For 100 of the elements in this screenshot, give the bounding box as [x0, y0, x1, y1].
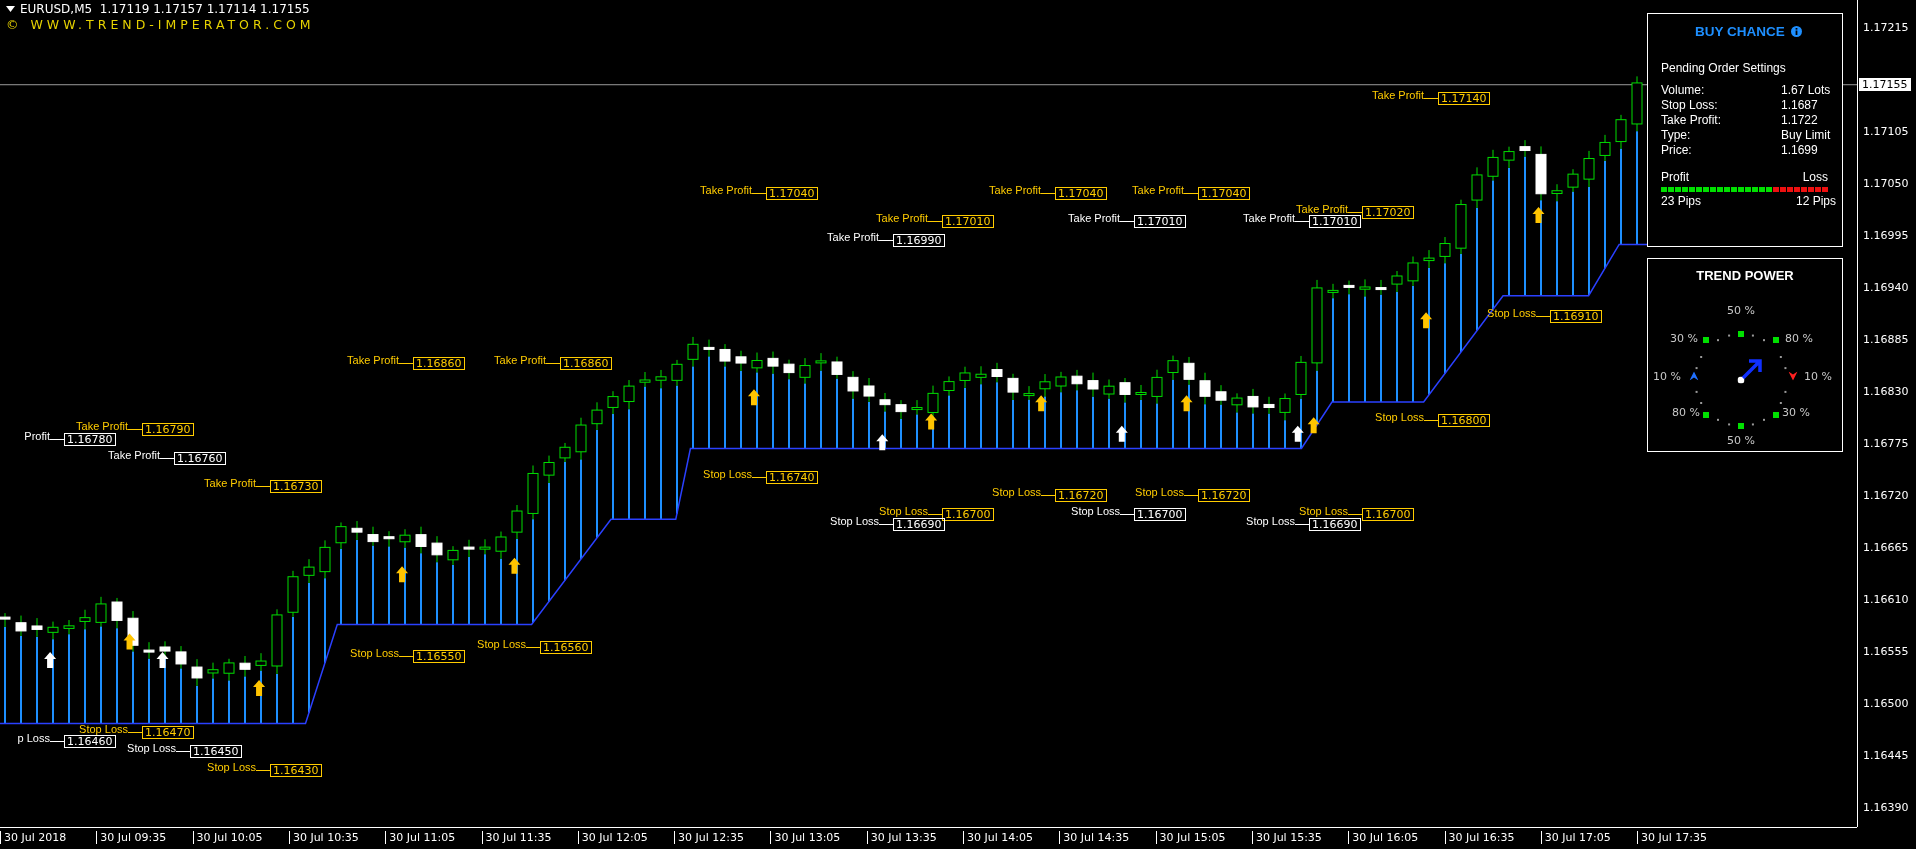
level-price-box: 1.16700 — [1362, 508, 1414, 522]
time-tick-label: 30 Jul 13:05 — [770, 831, 841, 844]
level-price-box: 1.16740 — [766, 470, 818, 484]
level-price-box: 1.16790 — [142, 423, 194, 437]
price-tick-label: 1.16665 — [1863, 541, 1909, 554]
loss-pips: 12 Pips — [1795, 194, 1836, 208]
level-price-box: 1.16470 — [142, 725, 194, 739]
time-tick-label: 30 Jul 16:05 — [1348, 831, 1419, 844]
price-tick-label: 1.16555 — [1863, 645, 1909, 658]
level-price-box: 1.16910 — [1550, 309, 1602, 323]
level-price-box: 1.17040 — [1198, 186, 1250, 200]
panel-title: TREND POWER — [1695, 268, 1795, 283]
section-heading: Pending Order Settings — [1661, 61, 1787, 75]
time-tick-label: 30 Jul 11:05 — [385, 831, 456, 844]
loss-label: Loss — [1802, 170, 1828, 184]
level-price-box: 1.17010 — [942, 215, 994, 229]
percent-label: 50 % — [1727, 303, 1755, 317]
setting-label: Price: — [1661, 143, 1693, 158]
percent-label: 80 % — [1672, 405, 1700, 419]
level-price-box: 1.16780 — [64, 432, 116, 446]
level-label: Take Profit — [204, 477, 256, 490]
level-label: p Loss — [17, 732, 50, 745]
price-tick-label: 1.16610 — [1863, 593, 1909, 606]
level-label: Stop Loss — [879, 505, 928, 518]
time-tick-label: 30 Jul 17:35 — [1637, 831, 1708, 844]
level-price-box: 1.16700 — [942, 508, 994, 522]
percent-label: 30 % — [1670, 331, 1698, 345]
price-tick-label: 1.16445 — [1863, 749, 1909, 762]
time-tick-label: 30 Jul 11:35 — [481, 831, 552, 844]
level-label: Take Profit — [108, 448, 160, 461]
price-tick-label: 1.16995 — [1863, 229, 1909, 242]
copyright-text: © WWW.TREND-IMPERATOR.COM — [6, 17, 315, 32]
price-tick-label: 1.17215 — [1863, 21, 1909, 34]
level-label: Take Profit — [1132, 183, 1184, 196]
price-tick-label: 1.16390 — [1863, 801, 1909, 814]
percent-label: 10 % — [1804, 369, 1832, 383]
time-tick-label: 30 Jul 14:05 — [963, 831, 1033, 844]
level-price-box: 1.17040 — [1055, 186, 1107, 200]
setting-value: Buy Limit — [1781, 128, 1832, 143]
time-tick-label: 30 Jul 17:05 — [1540, 831, 1611, 844]
level-label: Take Profit — [76, 420, 128, 433]
level-price-box: 1.17040 — [766, 186, 818, 200]
level-price-box: 1.16760 — [174, 451, 226, 465]
level-price-box: 1.17010 — [1134, 215, 1186, 229]
percent-label: 30 % — [1782, 405, 1810, 419]
panel-title: BUY CHANCE — [1695, 24, 1785, 39]
level-price-box: 1.16450 — [190, 744, 242, 758]
level-label: Take Profit — [1372, 89, 1424, 102]
level-label: Stop Loss — [477, 637, 526, 650]
setting-value: 1.67 Lots — [1781, 83, 1832, 98]
level-price-box: 1.16700 — [1134, 508, 1186, 522]
time-tick-label: 30 Jul 10:35 — [288, 831, 359, 844]
level-label: Stop Loss — [1246, 514, 1295, 527]
price-tick-label: 1.16830 — [1863, 385, 1909, 398]
level-label: Take Profit — [1068, 212, 1120, 225]
level-label: Stop Loss — [127, 741, 176, 754]
profit-pips: 23 Pips — [1661, 194, 1702, 208]
time-tick-label: 30 Jul 12:05 — [577, 831, 648, 844]
level-price-box: 1.16800 — [1438, 413, 1490, 427]
percent-label: 50 % — [1727, 433, 1755, 447]
level-price-box: 1.16550 — [413, 650, 465, 664]
time-tick-label: 30 Jul 15:35 — [1251, 831, 1322, 844]
level-price-box: 1.17140 — [1438, 92, 1490, 106]
level-price-box: 1.16860 — [560, 357, 612, 371]
level-price-box: 1.16690 — [1309, 517, 1361, 531]
time-tick-label: 30 Jul 2018 — [0, 831, 67, 844]
time-tick-label: 30 Jul 15:05 — [1155, 831, 1226, 844]
level-label: Take Profit — [1243, 212, 1295, 225]
level-price-box: 1.17020 — [1362, 205, 1414, 219]
level-label: Stop Loss — [1071, 505, 1120, 518]
level-label: Stop Loss — [79, 722, 128, 735]
setting-label: Volume: — [1661, 83, 1706, 98]
level-label: Stop Loss — [350, 647, 399, 660]
level-price-box: 1.16720 — [1055, 489, 1107, 503]
level-price-box: 1.16430 — [270, 763, 322, 777]
level-price-box: 1.16690 — [893, 517, 945, 531]
time-tick-label: 30 Jul 13:35 — [866, 831, 937, 844]
price-tick-label: 1.16885 — [1863, 333, 1909, 346]
level-price-box: 1.16990 — [893, 234, 945, 248]
level-label: Stop Loss — [1375, 410, 1424, 423]
level-label: Stop Loss — [703, 467, 752, 480]
price-tick-label: 1.17050 — [1863, 177, 1909, 190]
time-tick-label: 30 Jul 14:35 — [1059, 831, 1130, 844]
level-label: Stop Loss — [1299, 505, 1348, 518]
level-price-box: 1.17010 — [1309, 215, 1361, 229]
time-tick-label: 30 Jul 16:35 — [1444, 831, 1515, 844]
level-price-box: 1.16860 — [413, 357, 465, 371]
level-label: Take Profit — [700, 183, 752, 196]
profit-label: Profit — [1661, 170, 1689, 184]
level-label: Take Profit — [494, 354, 546, 367]
level-price-box: 1.16720 — [1198, 489, 1250, 503]
setting-label: Stop Loss: — [1661, 98, 1719, 113]
level-label: Profit — [24, 429, 50, 442]
level-label: Take Profit — [1296, 202, 1348, 215]
price-tick-label: 1.16500 — [1863, 697, 1909, 710]
setting-label: Take Profit: — [1661, 113, 1723, 128]
level-price-box: 1.16460 — [64, 735, 116, 749]
symbol-header: EURUSD,M5 1.17119 1.17157 1.17114 1.17155 — [20, 2, 310, 16]
setting-value: 1.1699 — [1781, 143, 1819, 158]
setting-label: Type: — [1661, 128, 1692, 143]
